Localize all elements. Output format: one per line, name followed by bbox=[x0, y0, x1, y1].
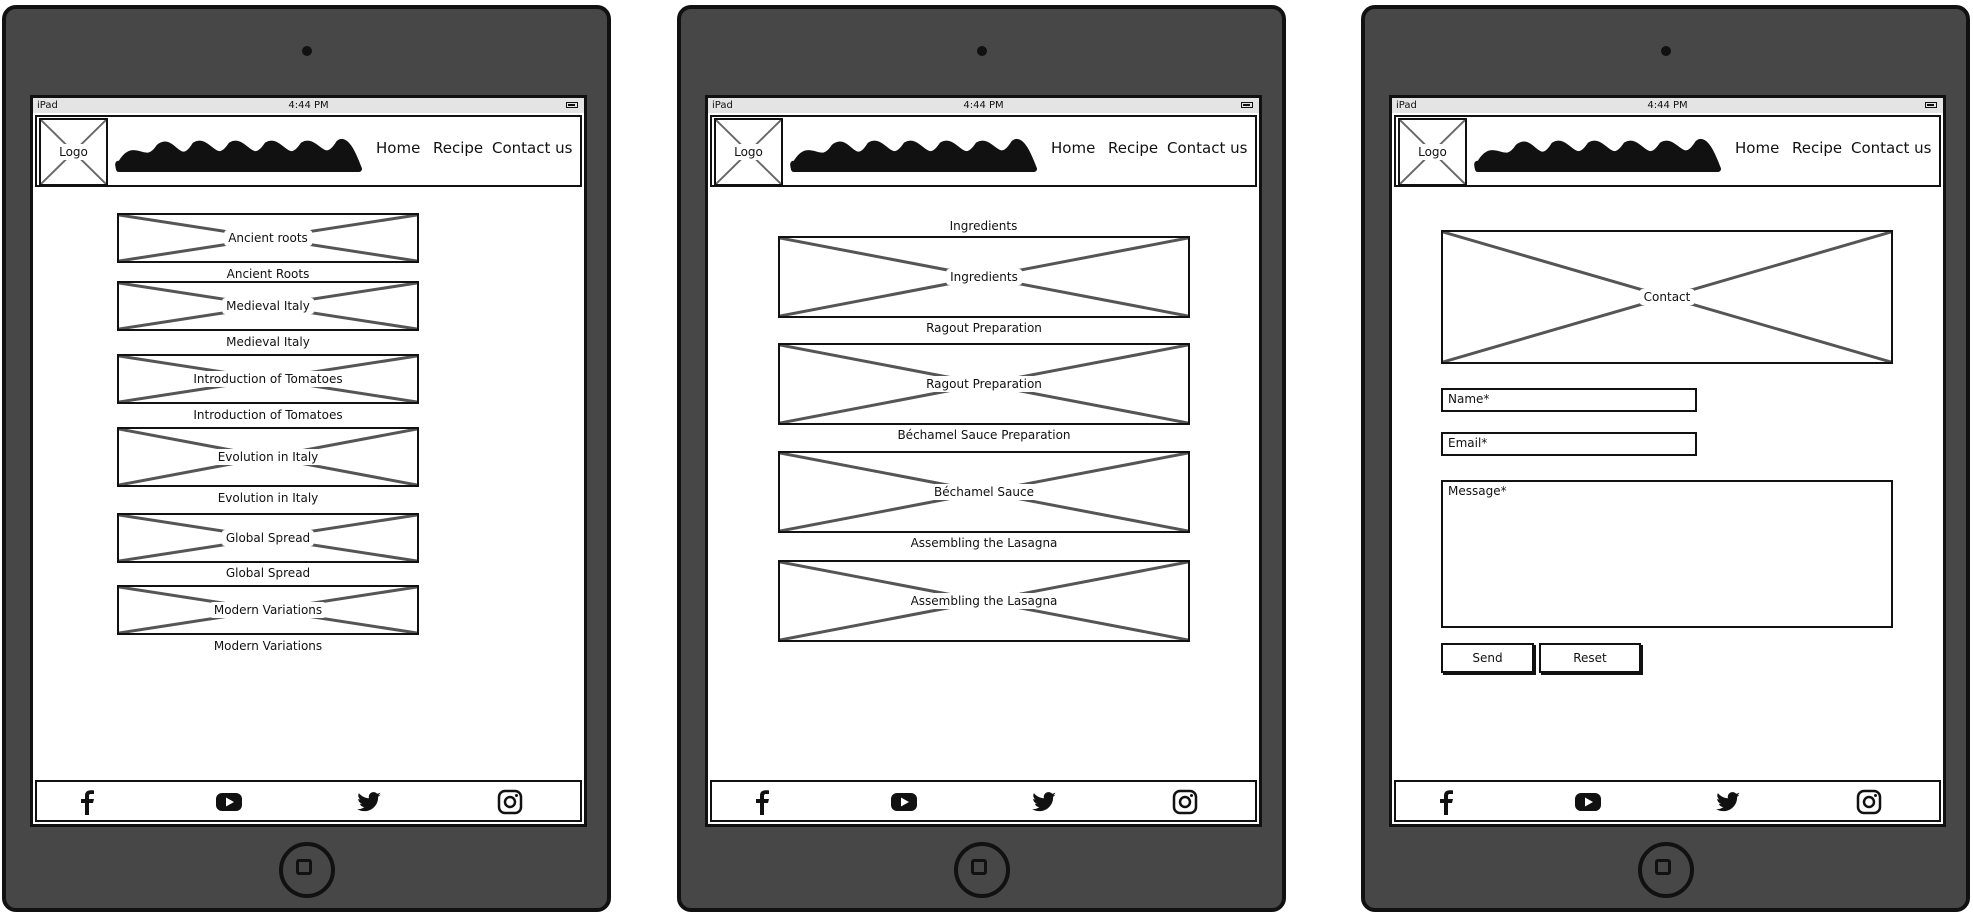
email-field[interactable]: Email* bbox=[1441, 432, 1697, 456]
logo[interactable]: Logo bbox=[39, 118, 108, 186]
clock: 4:44 PM bbox=[963, 100, 1004, 111]
nav-contact-us[interactable]: Contact us bbox=[492, 139, 572, 157]
logo-label: Logo bbox=[56, 144, 91, 160]
nav-contact-us[interactable]: Contact us bbox=[1851, 139, 1931, 157]
home-button[interactable] bbox=[953, 842, 1010, 898]
battery-icon bbox=[566, 102, 578, 108]
navbar: Logo Home Recipe Contact us bbox=[1394, 115, 1941, 187]
section-title: Ingredients bbox=[949, 219, 1018, 233]
home-button[interactable] bbox=[278, 842, 335, 898]
caption: Béchamel Sauce Preparation bbox=[897, 428, 1071, 442]
instagram-icon[interactable] bbox=[1855, 788, 1883, 816]
camera-dot bbox=[301, 46, 312, 56]
image-global-spread: Global Spread bbox=[117, 513, 419, 563]
logo[interactable]: Logo bbox=[714, 118, 783, 186]
logo-label: Logo bbox=[731, 144, 766, 160]
logo[interactable]: Logo bbox=[1398, 118, 1467, 186]
nav-home[interactable]: Home bbox=[376, 139, 420, 157]
image-label: Contact bbox=[1639, 289, 1695, 305]
footer bbox=[1394, 780, 1941, 822]
image-assembling-the-lasagna: Assembling the Lasagna bbox=[778, 560, 1190, 642]
youtube-icon[interactable] bbox=[890, 788, 918, 816]
image-label: Béchamel Sauce bbox=[930, 484, 1038, 500]
screen-recipe: iPad 4:44 PM Logo Home Recipe Contact us… bbox=[705, 95, 1262, 827]
ipad-frame-contact: iPad 4:44 PM Logo Home Recipe Contact us… bbox=[1361, 5, 1970, 912]
facebook-icon[interactable] bbox=[1432, 788, 1460, 816]
status-bar: iPad 4:44 PM bbox=[33, 98, 584, 113]
nav-home[interactable]: Home bbox=[1051, 139, 1095, 157]
instagram-icon[interactable] bbox=[496, 788, 524, 816]
message-field[interactable]: Message* bbox=[1441, 480, 1893, 628]
caption: Introduction of Tomatoes bbox=[193, 408, 343, 422]
image-label: Evolution in Italy bbox=[213, 449, 323, 465]
image-introduction-of-tomatoes: Introduction of Tomatoes bbox=[117, 354, 419, 404]
reset-button[interactable]: Reset bbox=[1539, 643, 1641, 673]
ipad-frame-history: iPad 4:44 PM Logo Home Recipe Contact us… bbox=[2, 5, 611, 912]
send-button[interactable]: Send bbox=[1441, 643, 1534, 673]
twitter-icon[interactable] bbox=[355, 788, 383, 816]
caption: Medieval Italy bbox=[226, 335, 310, 349]
caption: Ancient Roots bbox=[226, 267, 310, 281]
image-label: Assembling the Lasagna bbox=[906, 593, 1062, 609]
facebook-icon[interactable] bbox=[73, 788, 101, 816]
status-bar: iPad 4:44 PM bbox=[1392, 98, 1943, 113]
nav-home[interactable]: Home bbox=[1735, 139, 1779, 157]
image-bechamel-sauce: Béchamel Sauce bbox=[778, 451, 1190, 533]
twitter-icon[interactable] bbox=[1030, 788, 1058, 816]
nav-recipe[interactable]: Recipe bbox=[1108, 139, 1158, 157]
youtube-icon[interactable] bbox=[215, 788, 243, 816]
twitter-icon[interactable] bbox=[1714, 788, 1742, 816]
image-ragout-preparation: Ragout Preparation bbox=[778, 343, 1190, 425]
footer bbox=[35, 780, 582, 822]
battery-icon bbox=[1241, 102, 1253, 108]
camera-dot bbox=[1660, 46, 1671, 56]
image-label: Ragout Preparation bbox=[922, 376, 1046, 392]
navbar: Logo Home Recipe Contact us bbox=[35, 115, 582, 187]
image-modern-variations: Modern Variations bbox=[117, 585, 419, 635]
image-label: Introduction of Tomatoes bbox=[189, 371, 347, 387]
nav-contact-us[interactable]: Contact us bbox=[1167, 139, 1247, 157]
facebook-icon[interactable] bbox=[748, 788, 776, 816]
image-evolution-in-italy: Evolution in Italy bbox=[117, 427, 419, 487]
logo-label: Logo bbox=[1415, 144, 1450, 160]
name-field[interactable]: Name* bbox=[1441, 388, 1697, 412]
image-label: Ancient roots bbox=[224, 230, 312, 246]
caption: Modern Variations bbox=[213, 639, 323, 653]
footer bbox=[710, 780, 1257, 822]
screen-history: iPad 4:44 PM Logo Home Recipe Contact us… bbox=[30, 95, 587, 827]
clock: 4:44 PM bbox=[1647, 100, 1688, 111]
battery-icon bbox=[1925, 102, 1937, 108]
caption: Ragout Preparation bbox=[926, 321, 1042, 335]
image-ancient-roots: Ancient roots bbox=[117, 213, 419, 263]
nav-recipe[interactable]: Recipe bbox=[433, 139, 483, 157]
screen-contact: iPad 4:44 PM Logo Home Recipe Contact us… bbox=[1389, 95, 1946, 827]
home-button[interactable] bbox=[1637, 842, 1694, 898]
site-title-scribble bbox=[1474, 138, 1721, 172]
image-label: Modern Variations bbox=[209, 602, 327, 618]
site-title-scribble bbox=[790, 138, 1037, 172]
nav-recipe[interactable]: Recipe bbox=[1792, 139, 1842, 157]
image-medieval-italy: Medieval Italy bbox=[117, 281, 419, 331]
site-title-scribble bbox=[115, 138, 362, 172]
image-label: Medieval Italy bbox=[222, 298, 314, 314]
youtube-icon[interactable] bbox=[1574, 788, 1602, 816]
image-label: Global Spread bbox=[221, 530, 315, 546]
image-label: Ingredients bbox=[946, 269, 1022, 285]
navbar: Logo Home Recipe Contact us bbox=[710, 115, 1257, 187]
image-ingredients: Ingredients bbox=[778, 236, 1190, 318]
clock: 4:44 PM bbox=[288, 100, 329, 111]
instagram-icon[interactable] bbox=[1171, 788, 1199, 816]
contact-image: Contact bbox=[1441, 230, 1893, 364]
caption: Evolution in Italy bbox=[217, 491, 319, 505]
status-bar: iPad 4:44 PM bbox=[708, 98, 1259, 113]
caption: Assembling the Lasagna bbox=[910, 536, 1058, 550]
caption: Global Spread bbox=[225, 566, 311, 580]
camera-dot bbox=[976, 46, 987, 56]
ipad-frame-recipe: iPad 4:44 PM Logo Home Recipe Contact us… bbox=[677, 5, 1286, 912]
